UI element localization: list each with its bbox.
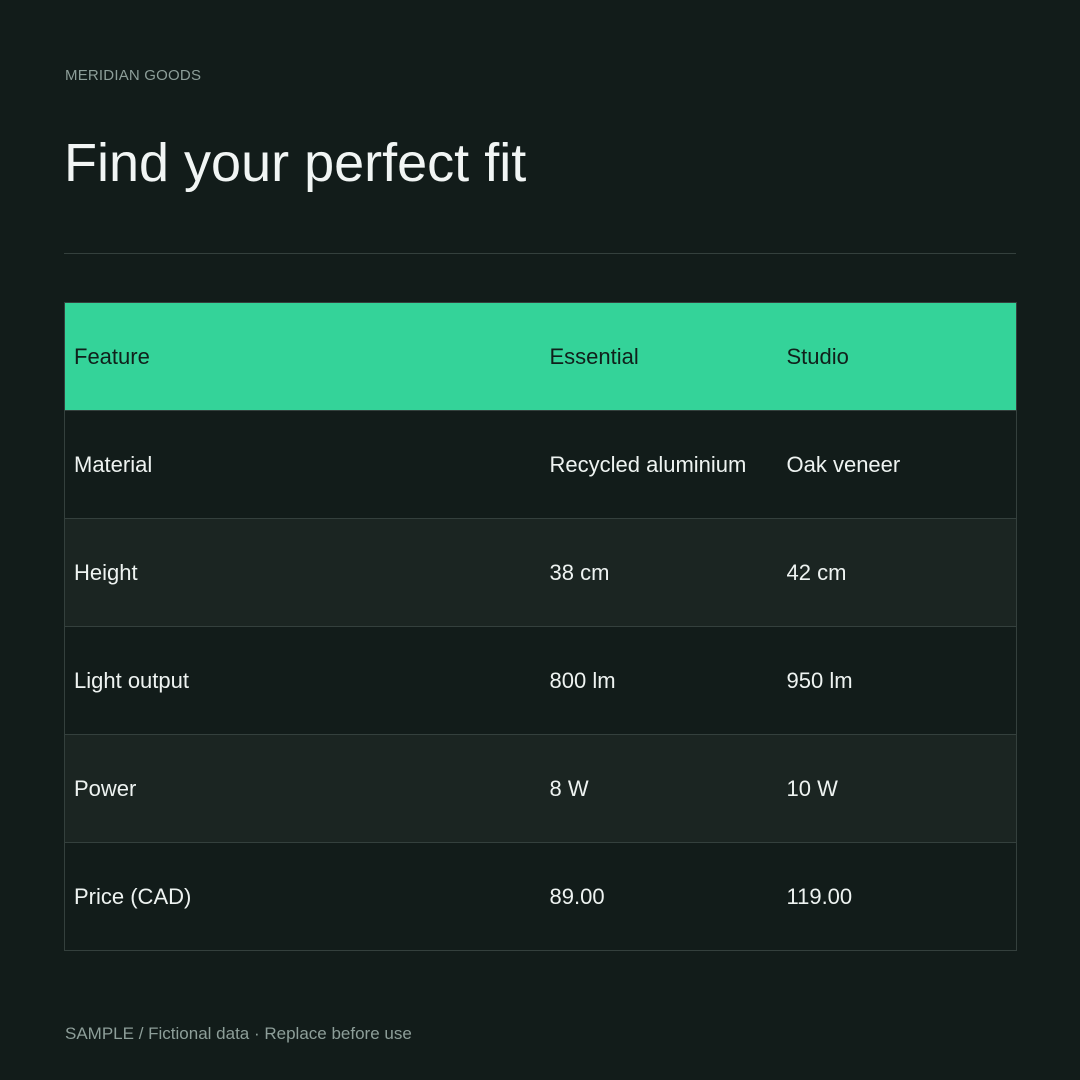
studio-cell: Oak veneer [786,451,901,477]
column-header-studio: Studio [786,343,849,369]
feature-cell: Light output [74,667,189,693]
feature-cell: Material [74,451,153,477]
studio-cell: 42 cm [786,559,847,585]
page-title: Find your perfect fit [64,133,527,193]
studio-cell: 950 lm [786,667,853,693]
table-row: Power 8 W 10 W [64,734,1017,843]
table-row: Light output 800 lm 950 lm [64,626,1017,735]
essential-cell: 8 W [549,775,589,801]
feature-cell: Power [74,775,137,801]
table-row: Material Recycled aluminium Oak veneer [64,410,1017,519]
divider [64,253,1016,254]
studio-cell: 10 W [786,775,838,801]
column-header-feature: Feature [74,343,150,369]
comparison-table: Feature Essential Studio Material Recycl… [64,302,1017,951]
brand-name: MERIDIAN GOODS [65,67,202,84]
feature-cell: Price (CAD) [74,883,192,909]
essential-cell: 800 lm [549,667,616,693]
essential-cell: 38 cm [549,559,610,585]
table-header-row: Feature Essential Studio [64,302,1017,411]
column-header-essential: Essential [549,343,639,369]
footer-note: SAMPLE / Fictional data · Replace before… [65,1024,412,1043]
feature-cell: Height [74,559,138,585]
studio-cell: 119.00 [786,883,853,909]
essential-cell: Recycled aluminium [549,451,747,477]
table-row: Height 38 cm 42 cm [64,518,1017,627]
essential-cell: 89.00 [549,883,605,909]
table-row: Price (CAD) 89.00 119.00 [64,842,1017,951]
